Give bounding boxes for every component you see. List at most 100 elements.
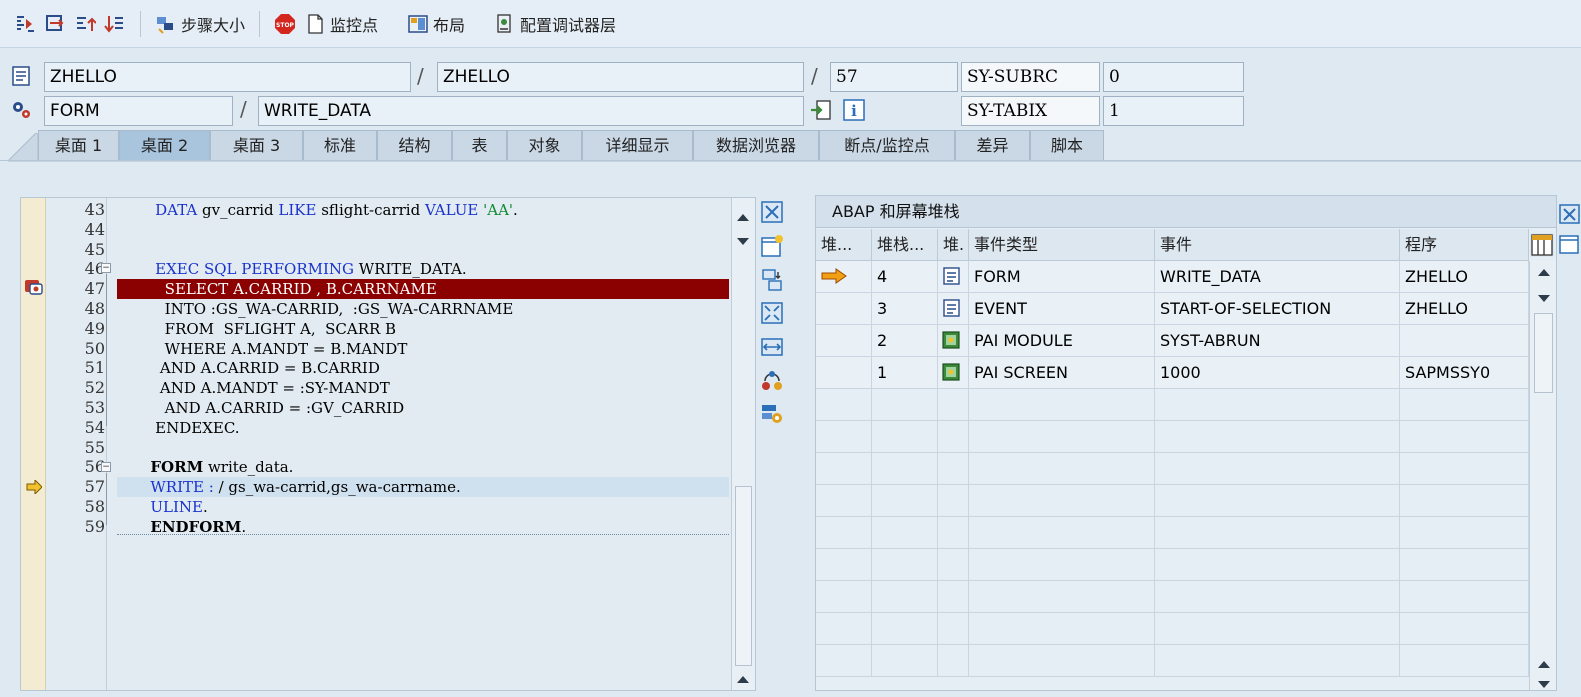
stack-level-cell[interactable]: 4 <box>872 261 938 293</box>
column-header-event[interactable]: 事件 <box>1155 229 1400 261</box>
event-cell[interactable]: START-OF-SELECTION <box>1155 293 1400 325</box>
code-line[interactable] <box>117 438 729 458</box>
code-line[interactable]: WHERE A.MANDT = B.MANDT <box>117 339 729 359</box>
code-line[interactable]: AND A.CARRID = :GV_CARRID <box>117 398 729 418</box>
breakpoint-gutter[interactable] <box>21 198 46 690</box>
table-cell[interactable] <box>816 357 872 389</box>
program-field[interactable]: ZHELLO <box>44 62 411 92</box>
column-header-event-type[interactable]: 事件类型 <box>969 229 1155 261</box>
column-header-type-icon[interactable]: 堆. <box>938 229 969 261</box>
tab-detail-display[interactable]: 详细显示 <box>582 130 693 161</box>
breakpoint-code-line[interactable]: SELECT A.CARRID , B.CARRNAME <box>117 279 729 299</box>
stack-level-cell[interactable]: 2 <box>872 325 938 357</box>
tab-data-explorer[interactable]: 数据浏览器 <box>693 130 819 161</box>
stack-level-cell[interactable]: 1 <box>872 357 938 389</box>
swap-tool-icon[interactable] <box>760 268 784 292</box>
scroll-up-icon[interactable] <box>737 214 749 221</box>
close-tool-icon[interactable] <box>1558 203 1581 225</box>
close-tool-icon[interactable] <box>760 200 784 224</box>
tab-desktop-2[interactable]: 桌面 2 <box>119 130 210 161</box>
code-line[interactable]: AND A.MANDT = :SY-MANDT <box>117 378 729 398</box>
event-type-cell[interactable]: PAI MODULE <box>969 325 1155 357</box>
editor-scrollbar[interactable] <box>731 198 755 690</box>
scroll-thumb[interactable] <box>735 486 752 666</box>
event-name-field[interactable]: WRITE_DATA <box>258 96 804 126</box>
code-line[interactable] <box>117 220 729 240</box>
code-line[interactable]: FROM SFLIGHT A, SCARR B <box>117 319 729 339</box>
navigate-icon[interactable] <box>809 98 833 122</box>
event-type-cell[interactable]: EVENT <box>969 293 1155 325</box>
stop-button[interactable]: STOP <box>270 7 300 41</box>
services-tool-icon[interactable] <box>760 369 784 393</box>
sy-subrc-value[interactable]: 0 <box>1103 62 1244 92</box>
event-type-cell[interactable]: FORM <box>969 261 1155 293</box>
column-header-program[interactable]: 程序 <box>1400 229 1529 261</box>
event-type-field[interactable]: FORM <box>44 96 233 126</box>
line-number-field[interactable]: 57 <box>830 62 958 92</box>
fold-toggle[interactable]: − <box>101 263 111 273</box>
code-line[interactable]: AND A.CARRID = B.CARRID <box>117 358 729 378</box>
sy-tabix-value[interactable]: 1 <box>1103 96 1244 126</box>
code-line[interactable]: INTO :GS_WA-CARRID, :GS_WA-CARRNAME <box>117 299 729 319</box>
stack-level-cell[interactable]: 3 <box>872 293 938 325</box>
event-type-cell[interactable]: PAI SCREEN <box>969 357 1155 389</box>
table-cell[interactable] <box>816 325 872 357</box>
info-icon[interactable]: i <box>842 98 866 122</box>
screen-icon[interactable] <box>938 357 969 389</box>
new-tool-icon[interactable] <box>760 234 784 258</box>
tab-script[interactable]: 脚本 <box>1030 130 1104 161</box>
column-header-active[interactable]: 堆... <box>816 229 872 261</box>
column-settings-icon[interactable] <box>1530 233 1554 257</box>
current-code-line[interactable]: WRITE : / gs_wa-carrid,gs_wa-carrname. <box>117 477 729 497</box>
tab-diff[interactable]: 差异 <box>955 130 1030 161</box>
code-line[interactable]: FORM write_data. <box>117 457 729 477</box>
scroll-down-icon[interactable] <box>737 238 749 245</box>
active-frame-arrow-icon[interactable] <box>816 261 872 293</box>
tab-table[interactable]: 表 <box>452 130 507 161</box>
event-cell[interactable]: WRITE_DATA <box>1155 261 1400 293</box>
table-cell[interactable] <box>816 293 872 325</box>
scroll-down-icon[interactable] <box>1538 681 1550 688</box>
stack-scrollbar[interactable] <box>1529 261 1556 690</box>
step-into-button[interactable] <box>10 7 40 41</box>
resize-tool-icon[interactable] <box>760 335 784 359</box>
scroll-thumb[interactable] <box>1534 313 1553 393</box>
tab-standard[interactable]: 标准 <box>303 130 377 161</box>
scroll-up-icon[interactable] <box>1538 661 1550 668</box>
screen-icon[interactable] <box>938 325 969 357</box>
continue-button[interactable] <box>100 7 130 41</box>
scroll-up-icon[interactable] <box>737 676 749 683</box>
include-field[interactable]: ZHELLO <box>437 62 804 92</box>
code-line[interactable]: EXEC SQL PERFORMING WRITE_DATA. <box>117 259 729 279</box>
settings-tool-icon[interactable] <box>760 402 784 426</box>
config-layers-button[interactable]: 配置调试器层 <box>490 7 620 41</box>
tab-objects[interactable]: 对象 <box>507 130 582 161</box>
step-return-button[interactable] <box>70 7 100 41</box>
watchpoint-button[interactable]: 监控点 <box>300 7 382 41</box>
scroll-up-icon[interactable] <box>1538 269 1550 276</box>
event-cell[interactable]: 1000 <box>1155 357 1400 389</box>
form-icon[interactable] <box>938 293 969 325</box>
layout-button[interactable]: 布局 <box>403 7 469 41</box>
breakpoint-icon[interactable] <box>24 278 44 296</box>
step-size-button[interactable]: 步骤大小 <box>151 7 249 41</box>
code-line[interactable]: ULINE. <box>117 497 729 517</box>
form-icon[interactable] <box>938 261 969 293</box>
code-line[interactable] <box>117 240 729 260</box>
program-cell[interactable]: SAPMSSY0 <box>1400 357 1529 389</box>
scroll-down-icon[interactable] <box>1538 295 1550 302</box>
tab-desktop-3[interactable]: 桌面 3 <box>210 130 303 161</box>
code-line[interactable]: DATA gv_carrid LIKE sflight-carrid VALUE… <box>117 200 729 220</box>
tab-structure[interactable]: 结构 <box>377 130 452 161</box>
code-line[interactable]: ENDEXEC. <box>117 418 729 438</box>
column-header-level[interactable]: 堆栈... <box>872 229 938 261</box>
new-tool-icon[interactable] <box>1558 233 1581 255</box>
step-over-button[interactable] <box>40 7 70 41</box>
tab-desktop-1[interactable]: 桌面 1 <box>38 130 119 161</box>
source-code-editor[interactable]: 43 DATA gv_carrid LIKE sflight-carrid VA… <box>20 197 756 691</box>
event-cell[interactable]: SYST-ABRUN <box>1155 325 1400 357</box>
fold-toggle[interactable]: − <box>101 462 111 472</box>
program-cell[interactable]: ZHELLO <box>1400 261 1529 293</box>
maximize-tool-icon[interactable] <box>760 301 784 325</box>
program-cell[interactable] <box>1400 325 1529 357</box>
